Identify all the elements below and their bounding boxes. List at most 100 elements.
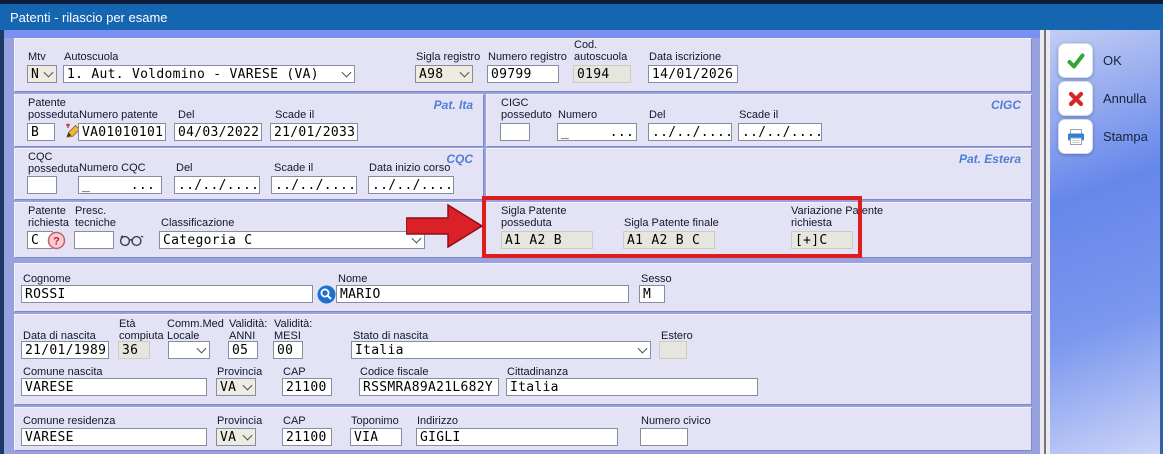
provincia-nascita-label: Provincia [217,366,262,378]
data-nascita-field[interactable]: 21/01/1989 [21,341,109,359]
cqc-numero-field[interactable]: _ ... [78,176,162,194]
comune-residenza-field[interactable]: VARESE [21,428,207,446]
cqc-inizio-field[interactable]: ../../.... [368,176,454,194]
numero-patente-field[interactable]: VA01010101 [78,123,166,141]
classificazione-label: Classificazione [161,217,234,229]
indirizzo-field[interactable]: GIGLI [416,428,618,446]
comune-nascita-field[interactable]: VARESE [21,378,207,396]
title-bar[interactable]: Patenti - rilascio per esame [0,4,1163,30]
provincia-nascita-select[interactable]: VA [216,378,256,396]
cigc-posseduto-field[interactable] [500,123,530,141]
highlight-arrow-icon [406,202,484,250]
codice-fiscale-field[interactable]: RSSMRA89A21L682Y [359,378,499,396]
stato-nascita-select[interactable]: Italia [351,341,651,359]
cqc-del-label: Del [176,162,193,174]
provincia-residenza-select[interactable]: VA [216,428,256,446]
splitter[interactable] [1040,30,1050,454]
chevron-down-icon [460,68,470,78]
patente-posseduta-field[interactable]: B [27,123,55,141]
codice-fiscale-label: Codice fiscale [360,366,428,378]
cigc-tag: CIGC [991,98,1021,112]
comune-residenza-label: Comune residenza [23,415,115,427]
data-iscrizione-label: Data iscrizione [649,51,721,63]
ok-button[interactable]: OK [1058,43,1122,78]
annulla-button-label: Annulla [1103,91,1146,106]
cod-autoscuola-label: Cod. autoscuola [574,39,636,63]
sesso-label: Sesso [641,273,672,285]
ok-button-label: OK [1103,53,1122,68]
patente-del-field[interactable]: 04/03/2022 [174,123,262,141]
section-nascita: Data di nascita 21/01/1989 Età compiuta … [14,314,1032,405]
sigla-registro-select[interactable]: A98 [415,65,473,83]
numero-registro-field[interactable]: 09799 [487,65,559,83]
cigc-posseduto-label: CIGC posseduto [501,97,563,121]
cognome-field[interactable]: ROSSI [21,285,313,303]
cigc-numero-label: Numero [558,109,597,121]
cittadinanza-label: Cittadinanza [507,366,568,378]
numero-civico-label: Numero civico [641,415,711,427]
cqc-numero-label: Numero CQC [79,162,146,174]
chevron-down-icon [342,68,352,78]
validita-anni-field[interactable]: 05 [228,341,258,359]
numero-patente-label: Numero patente [79,109,158,121]
numero-civico-field[interactable] [640,428,688,446]
cap-nascita-label: CAP [283,366,306,378]
cqc-del-field[interactable]: ../../.... [174,176,260,194]
glasses-icon[interactable] [119,232,145,248]
sigla-registro-label: Sigla registro [416,51,480,63]
action-sidebar: OK Annulla Stampa [1050,30,1160,454]
section-residenza: Comune residenza VARESE Provincia VA CAP… [14,407,1032,451]
cigc-scade-field[interactable]: ../../.... [738,123,822,141]
validita-mesi-label: Validità: MESI [274,318,322,342]
nome-label: Nome [338,273,367,285]
chevron-down-icon [243,381,253,391]
validita-mesi-field[interactable]: 00 [273,341,303,359]
cigc-del-field[interactable]: ../../.... [648,123,732,141]
provincia-residenza-label: Provincia [217,415,262,427]
search-icon[interactable] [317,285,336,304]
stampa-button[interactable]: Stampa [1058,119,1148,154]
stampa-button-label: Stampa [1103,129,1148,144]
cognome-label: Cognome [23,273,71,285]
comm-med-select[interactable] [168,341,210,359]
nome-field[interactable]: MARIO [336,285,629,303]
check-icon [1058,43,1093,78]
cqc-scade-field[interactable]: ../../.... [271,176,357,194]
cqc-inizio-label: Data inizio corso [369,162,450,174]
cancel-x-icon [1058,81,1093,116]
section-anagrafica: Cognome ROSSI Nome MARIO Sesso M [14,263,1032,312]
cittadinanza-field[interactable]: Italia [506,378,758,396]
cap-residenza-field[interactable]: 21100 [282,428,332,446]
estero-field [659,341,687,359]
cap-nascita-field[interactable]: 21100 [282,378,332,396]
sesso-field[interactable]: M [639,285,665,303]
presc-tecniche-label: Presc. tecniche [75,205,125,229]
autoscuola-label: Autoscuola [64,51,118,63]
cqc-scade-label: Scade il [274,162,313,174]
pat-estera-tag: Pat. Estera [959,152,1021,166]
indirizzo-label: Indirizzo [417,415,458,427]
section-pat-ita: Pat. Ita Patente posseduta B Numero pate… [14,94,484,147]
annulla-button[interactable]: Annulla [1058,81,1146,116]
cod-autoscuola-field: 0194 [573,65,631,83]
eta-label: Età compiuta [119,318,171,342]
printer-icon [1058,119,1093,154]
toponimo-field[interactable]: VIA [350,428,402,446]
help-icon[interactable]: ? [47,231,66,250]
eta-field: 36 [118,341,150,359]
cigc-numero-field[interactable]: _ ... [557,123,637,141]
numero-registro-label: Numero registro [488,51,567,63]
cap-residenza-label: CAP [283,415,306,427]
autoscuola-select[interactable]: 1. Aut. Voldomino - VARESE (VA) [63,65,355,83]
classificazione-select[interactable]: Categoria C [159,231,425,249]
mtv-select[interactable]: N [27,65,57,83]
patente-scade-field[interactable]: 21/01/2033 [270,123,358,141]
toponimo-label: Toponimo [351,415,399,427]
presc-tecniche-field[interactable] [74,231,114,249]
chevron-down-icon [197,344,207,354]
data-iscrizione-field[interactable]: 14/01/2026 [648,65,738,83]
chevron-down-icon [44,68,54,78]
chevron-down-icon [243,431,253,441]
cqc-posseduta-field[interactable] [27,176,57,194]
form-area: Mtv N Autoscuola 1. Aut. Voldomino - VAR… [4,30,1040,454]
